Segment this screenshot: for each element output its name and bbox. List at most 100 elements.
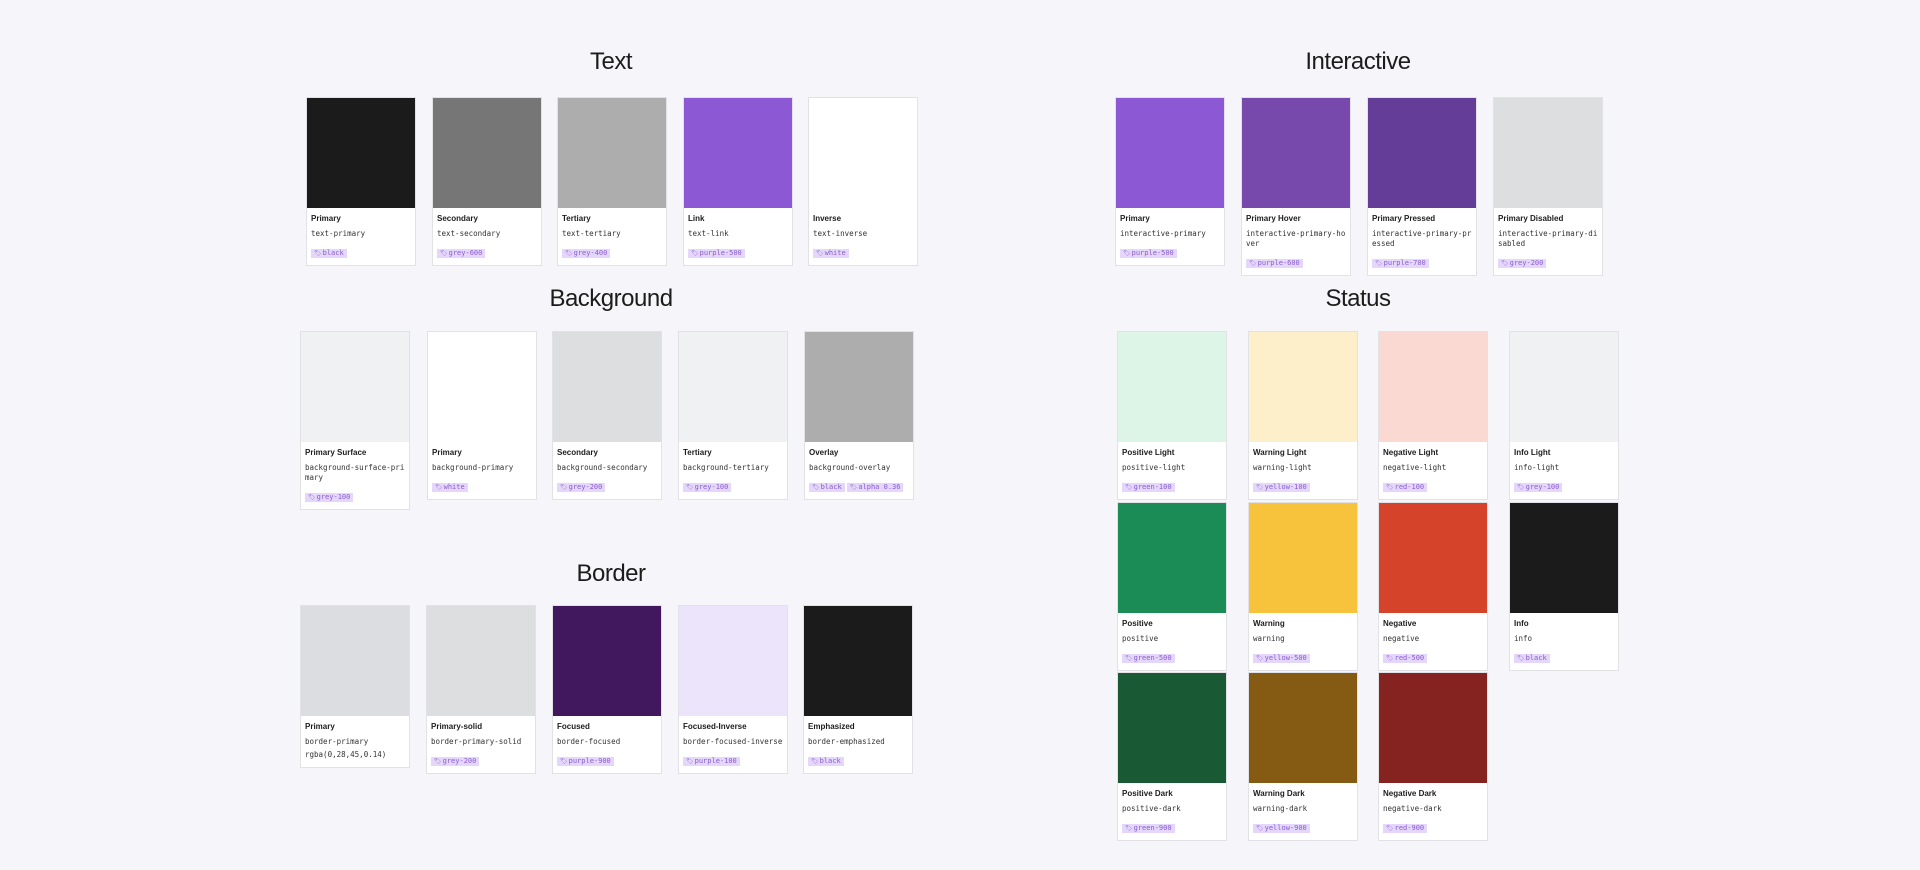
color-card[interactable]: Tertiary text-tertiary 🏷︎grey-400 (557, 97, 667, 266)
chip-label: yellow-900 (1264, 824, 1307, 832)
token-name: info-light (1514, 463, 1560, 472)
color-card[interactable]: Warning Dark warning-dark 🏷︎yellow-900 (1248, 672, 1358, 841)
tag-icon: 🏷︎ (308, 494, 316, 501)
tag-icon: 🏷︎ (435, 484, 443, 491)
color-swatch (684, 98, 792, 208)
token-name: background-surface-primary (305, 463, 405, 482)
background-section-title: Background (549, 285, 673, 312)
chip-label: grey-100 (694, 483, 729, 491)
card-label: Inverse (813, 214, 842, 223)
color-swatch (1242, 98, 1350, 208)
color-card[interactable]: Warning warning 🏷︎yellow-500 (1248, 502, 1358, 671)
card-label: Overlay (809, 448, 839, 457)
tag-icon: 🏷︎ (1386, 484, 1394, 491)
token-name: info (1514, 634, 1533, 643)
token-name: border-focused-inverse (683, 737, 783, 746)
tag-icon: 🏷︎ (816, 250, 824, 257)
chip-label: white (824, 249, 846, 257)
color-swatch (1379, 673, 1487, 783)
color-card[interactable]: Tertiary background-tertiary 🏷︎grey-100 (678, 331, 788, 500)
tag-icon: 🏷︎ (1256, 825, 1264, 832)
token-name: negative (1383, 634, 1420, 643)
tag-icon: 🏷︎ (1375, 260, 1383, 267)
reference-chip: 🏷︎black (809, 483, 845, 492)
tag-icon: 🏷︎ (314, 250, 322, 257)
reference-chip: 🏷︎grey-200 (557, 483, 606, 492)
color-swatch (301, 606, 409, 716)
token-name: text-inverse (813, 229, 868, 238)
card-label: Secondary (437, 214, 478, 223)
color-card[interactable]: Inverse text-inverse 🏷︎white (808, 97, 918, 266)
color-card[interactable]: Primary-solid border-primary-solid 🏷︎grey-… (426, 605, 536, 774)
color-card[interactable]: Positive Dark positive-dark 🏷︎green-900 (1117, 672, 1227, 841)
card-label: Warning Light (1253, 448, 1307, 457)
color-card[interactable]: Positive positive 🏷︎green-500 (1117, 502, 1227, 671)
card-label: Negative Dark (1383, 789, 1437, 798)
card-label: Emphasized (808, 722, 855, 731)
chip-label: purple-700 (1383, 259, 1426, 267)
color-swatch (1510, 503, 1618, 613)
color-swatch (301, 332, 409, 442)
color-swatch (679, 606, 787, 716)
tag-icon: 🏷︎ (691, 250, 699, 257)
token-name: background-tertiary (683, 463, 769, 472)
tag-icon: 🏷︎ (1517, 484, 1525, 491)
color-swatch (1116, 98, 1224, 208)
color-swatch (804, 606, 912, 716)
color-swatch (1118, 332, 1226, 442)
token-name: border-primary-solid (431, 737, 522, 746)
chip-label: green-900 (1133, 824, 1172, 832)
color-swatch (1249, 673, 1357, 783)
color-swatch (1118, 503, 1226, 613)
tag-icon: 🏷︎ (849, 484, 858, 491)
chip-label: grey-100 (316, 493, 351, 501)
color-swatch (1118, 673, 1226, 783)
tag-icon: 🏷︎ (560, 484, 568, 491)
tag-icon: 🏷︎ (812, 484, 820, 491)
color-card[interactable]: Primary interactive-primary 🏷︎purple-500 (1115, 97, 1225, 266)
color-card[interactable]: Link text-link 🏷︎purple-500 (683, 97, 793, 266)
color-card[interactable]: Info info 🏷︎black (1509, 502, 1619, 671)
color-card[interactable]: Secondary text-secondary 🏷︎grey-600 (432, 97, 542, 266)
token-name: interactive-primary (1120, 229, 1206, 238)
reference-chip: 🏷︎yellow-500 (1253, 654, 1310, 663)
reference-chip: 🏷︎purple-500 (688, 249, 745, 258)
reference-chip: 🏷︎grey-600 (437, 249, 486, 258)
color-card[interactable]: Negative negative 🏷︎red-500 (1378, 502, 1488, 671)
color-card[interactable]: Negative Light negative-light 🏷︎red-100 (1378, 331, 1488, 500)
color-card[interactable]: Primary background-primary 🏷︎white (427, 331, 537, 500)
color-card[interactable]: Negative Dark negative-dark 🏷︎red-900 (1378, 672, 1488, 841)
color-card[interactable]: Primary text-primary 🏷︎black (306, 97, 416, 266)
color-card[interactable]: Primary Hover interactive-primary-hover 🏷︎… (1241, 97, 1351, 276)
color-swatch (428, 332, 536, 442)
reference-chip: 🏷︎white (813, 249, 849, 258)
reference-chip: 🏷︎alpha 0.36 (846, 483, 904, 492)
tag-icon: 🏷︎ (1517, 655, 1525, 662)
card-label: Info Light (1514, 448, 1551, 457)
color-card[interactable]: Info Light info-light 🏷︎grey-100 (1509, 331, 1619, 500)
card-label: Positive Dark (1122, 789, 1173, 798)
tag-icon: 🏷︎ (1125, 484, 1133, 491)
color-card[interactable]: Secondary background-secondary 🏷︎grey-200 (552, 331, 662, 500)
color-card[interactable]: Emphasized border-emphasized 🏷︎black (803, 605, 913, 774)
color-card[interactable]: Primary Disabled interactive-primary-disa… (1493, 97, 1603, 276)
color-card[interactable]: Primary border-primary rgba(0,28,45,0.14) (300, 605, 410, 768)
card-label: Negative (1383, 619, 1417, 628)
color-card[interactable]: Primary Surface background-surface-primar… (300, 331, 410, 510)
card-label: Focused-Inverse (683, 722, 747, 731)
color-card[interactable]: Focused border-focused 🏷︎purple-900 (552, 605, 662, 774)
color-card[interactable]: Positive Light positive-light 🏷︎green-100 (1117, 331, 1227, 500)
token-name: positive-light (1122, 463, 1186, 472)
color-card[interactable]: Overlay background-overlay 🏷︎black 🏷︎alpha … (804, 331, 914, 500)
chip-label: green-500 (1133, 654, 1172, 662)
card-label: Primary (311, 214, 341, 223)
color-card[interactable]: Primary Pressed interactive-primary-press… (1367, 97, 1477, 276)
color-card[interactable]: Warning Light warning-light 🏷︎yellow-100 (1248, 331, 1358, 500)
chip-label: purple-500 (699, 249, 742, 257)
reference-chip: 🏷︎yellow-100 (1253, 483, 1310, 492)
token-name: negative-dark (1383, 804, 1442, 813)
tag-icon: 🏷︎ (811, 758, 819, 765)
token-name: positive (1122, 634, 1159, 643)
chip-label: red-100 (1394, 483, 1425, 491)
color-card[interactable]: Focused-Inverse border-focused-inverse 🏷︎p… (678, 605, 788, 774)
